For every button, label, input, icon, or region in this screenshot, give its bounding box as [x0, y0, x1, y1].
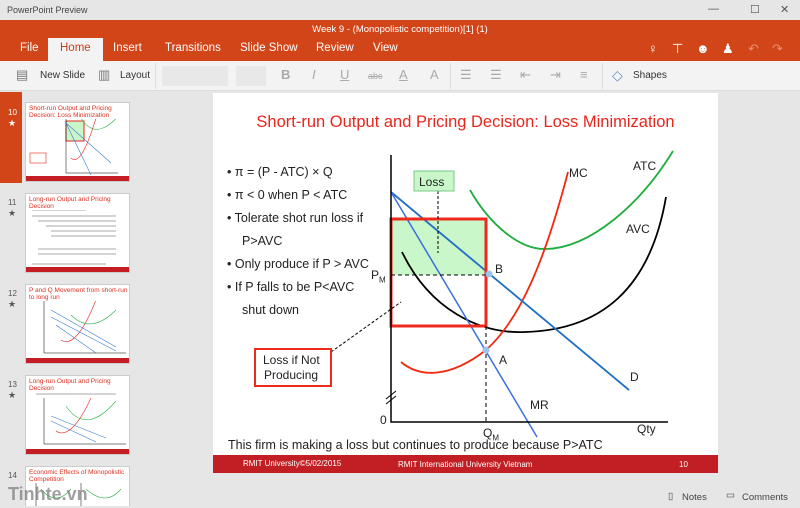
divider — [155, 63, 156, 89]
star-icon: ★ — [8, 299, 17, 309]
tab-slide-show[interactable]: Slide Show — [240, 42, 298, 54]
origin-label: 0 — [380, 413, 387, 427]
layout-button[interactable]: Layout — [120, 70, 150, 81]
underline-button[interactable]: U — [340, 67, 349, 82]
demand-curve — [390, 191, 630, 391]
notes-button[interactable]: Notes — [682, 492, 707, 503]
close-button[interactable]: ✕ — [780, 3, 789, 16]
tab-view[interactable]: View — [373, 42, 398, 54]
new-slide-icon: ▤ — [16, 67, 29, 82]
divider — [450, 63, 451, 89]
comments-icon: ▭ — [726, 490, 735, 501]
app-name: PowerPoint Preview — [7, 5, 88, 15]
pm-label: PM — [371, 268, 386, 285]
undo-icon[interactable]: ↶ — [748, 41, 759, 57]
comments-button[interactable]: Comments — [742, 492, 788, 503]
footer-left: RMIT University©5/02/2015 — [243, 459, 342, 468]
slide-caption: This firm is making a loss but continues… — [228, 438, 603, 452]
increase-indent-icon[interactable]: ⇥ — [550, 67, 561, 83]
star-icon: ★ — [8, 390, 17, 400]
mc-label: MC — [569, 166, 588, 180]
smiley-icon[interactable]: ☻ — [696, 41, 710, 56]
point-b — [485, 270, 493, 278]
font-size-select[interactable] — [236, 66, 266, 86]
maximize-button[interactable]: ☐ — [750, 3, 760, 16]
b-label: B — [495, 262, 504, 276]
clear-format-button[interactable]: A — [430, 67, 439, 82]
slide-number: 14 — [8, 471, 17, 480]
thumbnail-slide-11[interactable]: Long-run Output and Pricing Decision — [25, 193, 130, 273]
watermark-logo: Tinhte.vn — [8, 484, 88, 504]
thumbnail-slide-13[interactable]: Long-run Output and Pricing Decision — [25, 375, 130, 455]
tab-file[interactable]: File — [20, 42, 39, 54]
tab-home[interactable]: Home — [48, 38, 103, 61]
shapes-button[interactable]: Shapes — [633, 70, 667, 81]
thumbnail-slide-10[interactable]: Short-run Output and Pricing Decision: L… — [25, 102, 130, 182]
slide-thumbnail-pane[interactable]: 10 ★ Short-run Output and Pricing Decisi… — [0, 92, 140, 508]
share-icon[interactable]: ♟ — [722, 41, 734, 57]
slide-number: 11 — [8, 198, 17, 207]
slide-canvas[interactable]: Short-run Output and Pricing Decision: L… — [213, 93, 718, 473]
status-bar: ▯ Notes ▭ Comments — [140, 488, 800, 508]
thumbnail-title: Long-run Output and Pricing Decision — [29, 378, 128, 392]
tab-review[interactable]: Review — [316, 42, 354, 54]
ribbon-header: Week 9 - (Monopolistic competition)[1] (… — [0, 20, 800, 61]
thumbnail-title: Short-run Output and Pricing Decision: L… — [29, 105, 128, 119]
ribbon-toolbar: ▤ New Slide ▥ Layout B I U abc A A ☰ ☰ ⇤… — [0, 61, 800, 91]
divider — [602, 63, 603, 89]
footer-center: RMIT International University Vietnam — [398, 460, 533, 469]
d-label: D — [630, 370, 639, 384]
thumbnail-title: Economic Effects of Monopolistic Competi… — [29, 469, 128, 483]
thumbnail-slide-12[interactable]: P and Q Movement from short-run to long … — [25, 284, 130, 364]
bullets-icon[interactable]: ☰ — [460, 67, 472, 83]
atc-label: ATC — [633, 159, 657, 173]
bold-button[interactable]: B — [281, 67, 290, 82]
thumbnail-title: Long-run Output and Pricing Decision — [29, 196, 128, 210]
font-name-select[interactable] — [162, 66, 228, 86]
layout-icon: ▥ — [98, 67, 111, 82]
slide-number: 12 — [8, 289, 17, 298]
redo-icon[interactable]: ↷ — [772, 41, 783, 57]
mr-label: MR — [530, 398, 549, 412]
title-bar: PowerPoint Preview — ☐ ✕ — [0, 0, 800, 20]
qty-label: Qty — [637, 422, 656, 436]
a-label: A — [499, 353, 508, 367]
decrease-indent-icon[interactable]: ⇤ — [520, 67, 531, 83]
thumbnail-title: P and Q Movement from short-run to long … — [29, 287, 128, 301]
minimize-button[interactable]: — — [708, 3, 719, 15]
tab-transitions[interactable]: Transitions — [165, 42, 221, 54]
strikethrough-button[interactable]: abc — [368, 71, 383, 81]
new-slide-button[interactable]: New Slide — [40, 70, 85, 81]
font-color-button[interactable]: A — [399, 67, 408, 82]
tab-insert[interactable]: Insert — [113, 42, 142, 54]
numbering-icon[interactable]: ☰ — [490, 67, 502, 83]
italic-button[interactable]: I — [312, 67, 316, 82]
document-title: Week 9 - (Monopolistic competition)[1] (… — [312, 24, 488, 35]
slide-page-number: 10 — [679, 460, 688, 469]
loss-not-producing-label: Loss if Not — [263, 353, 320, 367]
loss-not-producing-label: Producing — [264, 368, 319, 382]
avc-label: AVC — [626, 222, 650, 236]
selected-indicator — [0, 92, 22, 183]
shapes-icon: ◇ — [612, 67, 623, 83]
present-icon[interactable]: ⊤ — [672, 41, 683, 57]
star-icon: ★ — [8, 118, 17, 128]
point-a — [482, 346, 490, 354]
lightbulb-icon[interactable]: ♀ — [648, 41, 658, 56]
slide-footer: RMIT University©5/02/2015 RMIT Internati… — [213, 455, 718, 473]
slide-number: 13 — [8, 380, 17, 389]
cost-curve-diagram — [254, 150, 674, 438]
loss-label: Loss — [419, 175, 445, 189]
slide-number: 10 — [8, 108, 17, 117]
align-icon[interactable]: ≡ — [580, 67, 588, 82]
notes-icon: ▯ — [668, 491, 674, 502]
star-icon: ★ — [8, 208, 17, 218]
